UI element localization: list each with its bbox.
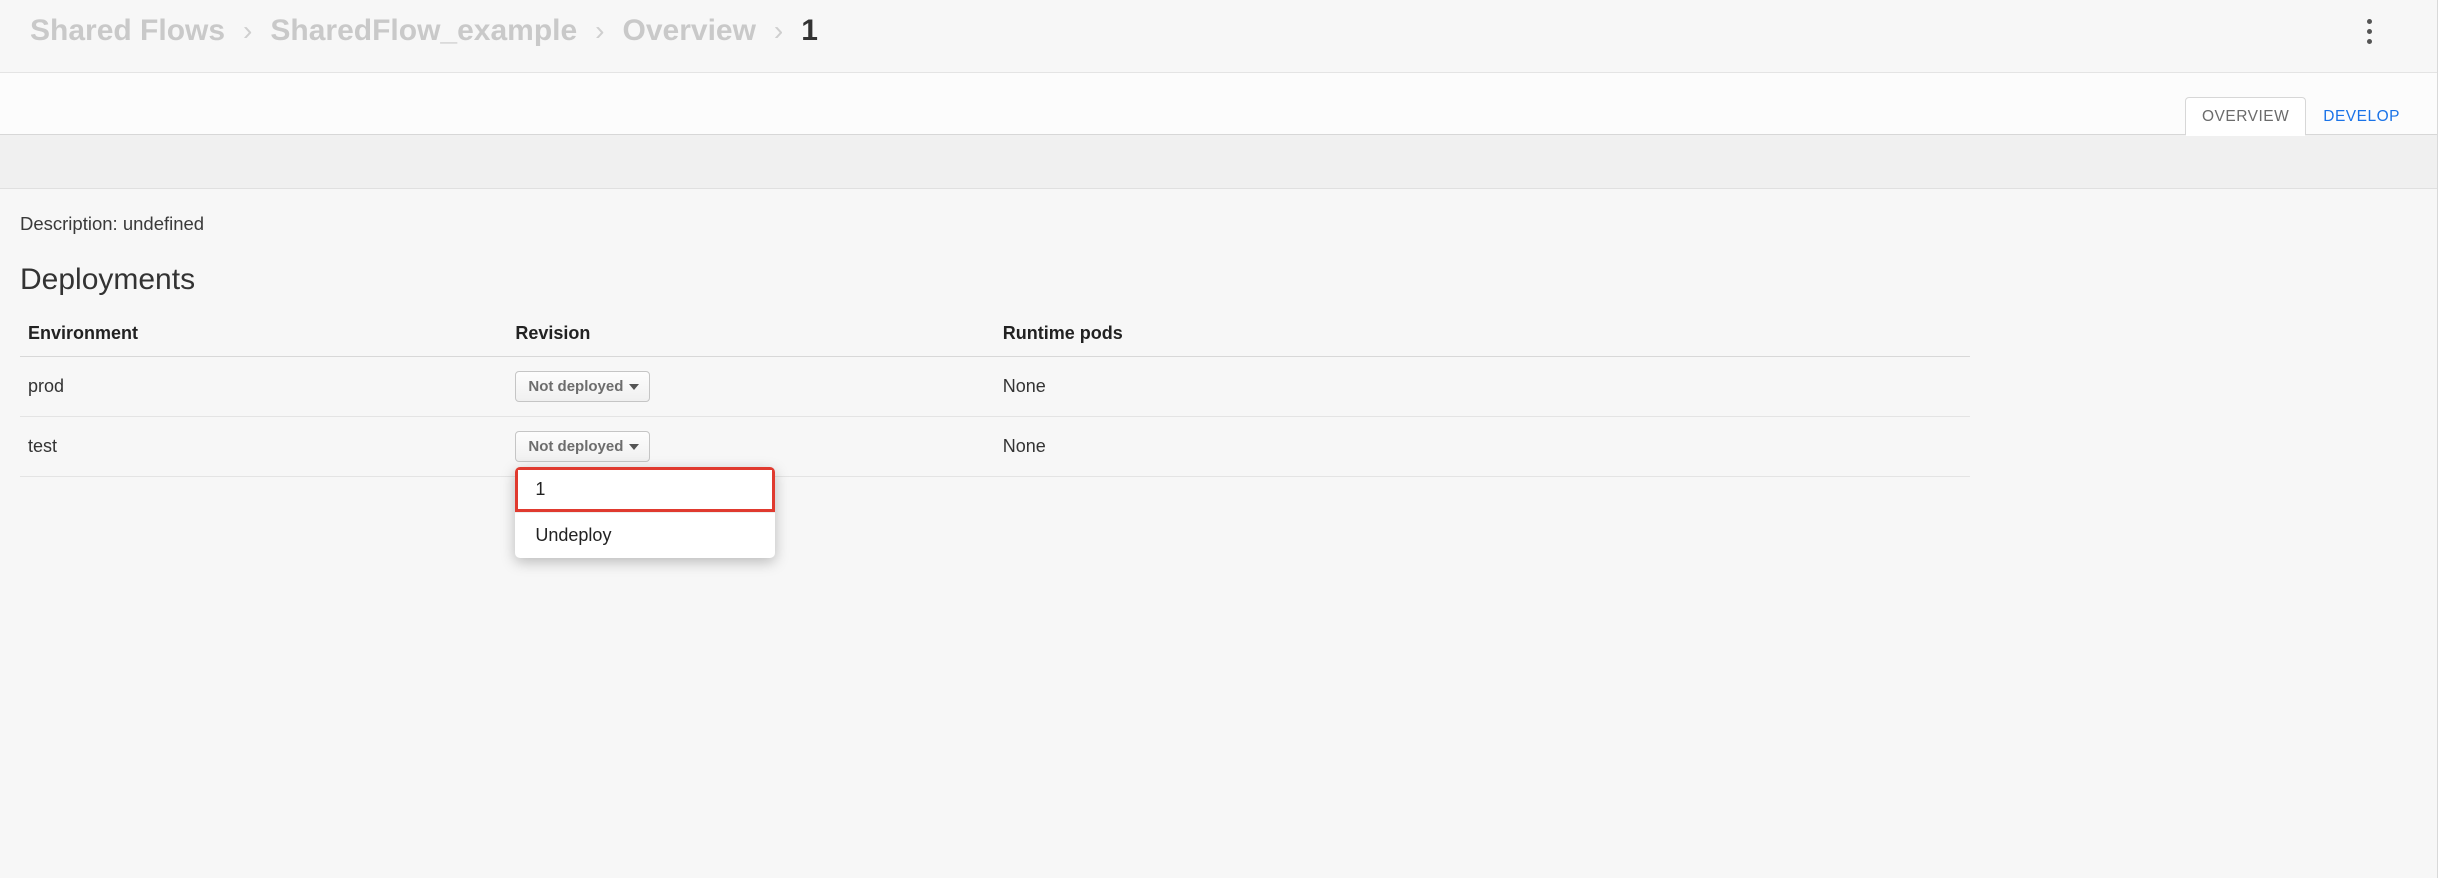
deployments-heading: Deployments: [0, 263, 2437, 313]
caret-down-icon: [629, 444, 639, 450]
runtime-cell: None: [995, 417, 1970, 477]
description-label: Description:: [20, 213, 123, 234]
revision-option-1[interactable]: 1: [515, 467, 775, 512]
caret-down-icon: [629, 384, 639, 390]
table-row: test Not deployed 1 Undeploy: [20, 417, 1970, 477]
chevron-right-icon: ›: [595, 15, 604, 47]
col-header-environment: Environment: [20, 313, 507, 357]
more-menu-icon[interactable]: [2357, 16, 2381, 46]
breadcrumb: Shared Flows › SharedFlow_example › Over…: [30, 14, 818, 48]
table-row: prod Not deployed None: [20, 357, 1970, 417]
deployments-table: Environment Revision Runtime pods prod N…: [20, 313, 1970, 477]
revision-option-undeploy[interactable]: Undeploy: [515, 512, 775, 558]
toolbar-band: [0, 135, 2437, 189]
env-cell: test: [20, 417, 507, 477]
env-cell: prod: [20, 357, 507, 417]
revision-dropdown-label: Not deployed: [528, 438, 623, 455]
col-header-runtime: Runtime pods: [995, 313, 1970, 357]
revision-dropdown-test[interactable]: Not deployed: [515, 431, 650, 462]
description-line: Description: undefined: [0, 209, 2437, 263]
revision-dropdown-prod[interactable]: Not deployed: [515, 371, 650, 402]
col-header-revision: Revision: [507, 313, 994, 357]
revision-dropdown-menu: 1 Undeploy: [515, 467, 775, 558]
runtime-cell: None: [995, 357, 1970, 417]
chevron-right-icon: ›: [243, 15, 252, 47]
chevron-right-icon: ›: [774, 15, 783, 47]
revision-dropdown-label: Not deployed: [528, 378, 623, 395]
tab-develop[interactable]: DEVELOP: [2306, 97, 2417, 135]
description-value: undefined: [123, 213, 204, 234]
breadcrumb-flow[interactable]: SharedFlow_example: [270, 14, 577, 48]
breadcrumb-root[interactable]: Shared Flows: [30, 14, 225, 48]
breadcrumb-revision: 1: [801, 14, 818, 48]
view-tabs: OVERVIEW DEVELOP: [2185, 97, 2417, 135]
breadcrumb-view[interactable]: Overview: [623, 14, 756, 48]
tab-overview[interactable]: OVERVIEW: [2185, 97, 2306, 135]
